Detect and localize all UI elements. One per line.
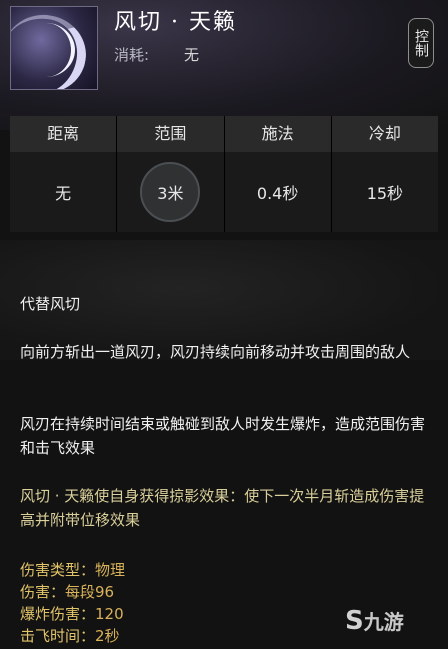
stat-label: 冷却 <box>331 116 438 152</box>
property-row: 伤害：每段96 <box>20 582 114 602</box>
watermark-logo: S九游 <box>345 606 404 636</box>
property-value: 2秒 <box>95 627 120 645</box>
property-key: 伤害类型： <box>20 561 96 579</box>
cost-label: 消耗: <box>114 46 150 64</box>
description-paragraph: 向前方斩出一道风刃，风刃持续向前移动并攻击周围的敌人 <box>20 343 411 361</box>
stat-label: 范围 <box>117 116 224 152</box>
property-row: 伤害类型：物理 <box>20 560 125 580</box>
property-value: 120 <box>95 605 124 623</box>
skill-stats-table: 距离 无 范围 3米 施法 0.4秒 冷却 15秒 <box>10 116 438 232</box>
stat-label: 距离 <box>10 116 117 152</box>
control-tag-badge: 控制 <box>408 18 434 68</box>
stat-label: 施法 <box>224 116 331 152</box>
description-paragraph: 风刃在持续时间结束或触碰到敌人时发生爆炸，造成范围伤害和击飞效果 <box>20 415 426 457</box>
skill-title: 风切 · 天籁 <box>114 10 237 35</box>
property-value: 物理 <box>95 561 126 579</box>
watermark-text: 九游 <box>363 610 404 634</box>
stat-value: 无 <box>10 152 117 232</box>
property-key: 击飞时间： <box>20 627 96 645</box>
range-circle-badge: 3米 <box>140 162 201 222</box>
stat-value: 0.4秒 <box>224 152 331 232</box>
stat-cooldown: 冷却 15秒 <box>331 116 438 232</box>
wind-slash-inner-icon <box>17 23 75 77</box>
watermark-logo-mark: S <box>345 606 364 636</box>
skill-icon <box>10 6 98 90</box>
stat-distance: 距离 无 <box>10 116 118 232</box>
property-value: 每段96 <box>65 583 115 601</box>
cost-value: 无 <box>184 46 200 64</box>
property-key: 爆炸伤害： <box>20 605 96 623</box>
property-row: 击飞时间：2秒 <box>20 626 120 646</box>
description-paragraph: 风切 · 天籁使自身获得掠影效果：使下一次半月斩造成伤害提高并附带位移效果 <box>20 487 425 529</box>
stat-range: 范围 3米 <box>117 116 225 232</box>
stat-cast: 施法 0.4秒 <box>224 116 332 232</box>
stat-value: 15秒 <box>331 152 438 232</box>
property-key: 伤害： <box>20 583 66 601</box>
property-row: 爆炸伤害：120 <box>20 604 124 624</box>
description-line: 代替风切 <box>20 295 81 313</box>
